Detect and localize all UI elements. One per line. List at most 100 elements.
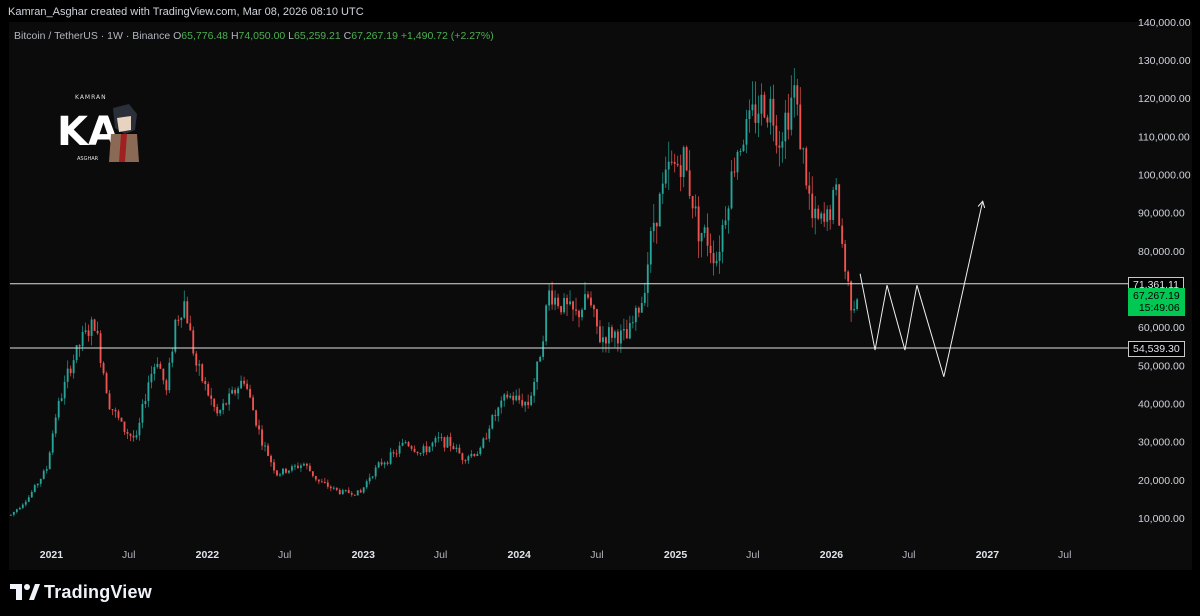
candle-up [802,148,805,150]
candle-up [664,169,667,184]
candle-down [210,395,213,399]
candle-up [174,319,177,352]
candle-up [554,297,557,305]
candle-down [392,452,395,454]
high-label: H [230,30,239,42]
logo-top-text: KAMRAN [75,94,107,101]
candle-down [805,148,808,186]
candle-up [368,477,371,482]
symbol-legend[interactable]: Bitcoin / TetherUS · 1W · Binance O65,77… [14,30,494,42]
candle-down [425,446,428,453]
logo-bottom-text: ASGHAR [77,156,99,162]
x-tick-label: Jul [278,549,291,561]
candle-down [347,490,350,493]
candle-up [279,474,281,476]
candle-down [285,468,287,473]
candle-up [168,362,171,391]
lower-level-value: 54,539.30 [1133,343,1180,355]
candle-up [389,452,392,464]
candle-down [129,433,132,436]
candle-up [781,141,784,148]
candle-up [291,466,293,471]
candle-up [288,470,290,473]
x-tick-label: 2022 [196,549,220,561]
candle-up [730,171,733,209]
candle-up [748,110,751,120]
candle-up [757,113,760,123]
candle-up [371,476,374,478]
candle-up [715,260,718,264]
candle-up [282,468,284,475]
x-tick-label: 2025 [664,549,688,561]
y-tick-label: 110,000.00 [1138,131,1190,143]
candle-up [530,395,533,405]
candle-up [431,442,434,447]
candle-down [575,309,577,311]
candle-down [189,323,192,331]
candle-down [117,411,120,418]
candle-up [428,446,431,453]
tradingview-branding[interactable]: TradingView [10,582,152,603]
candle-down [799,104,802,150]
candle-up [515,395,518,401]
candle-down [838,184,841,226]
candle-down [255,410,257,426]
candle-up [419,453,422,455]
candle-up [294,465,296,467]
y-tick-label: 20,000.00 [1138,475,1185,487]
candle-up [147,382,150,401]
candle-down [625,329,628,339]
candle-down [204,381,207,384]
candle-down [195,353,198,366]
candle-down [841,225,844,244]
candle-down [276,470,278,476]
candle-down [440,437,443,439]
candle-down [709,245,712,254]
candle-up [39,478,42,484]
candle-up [33,485,36,492]
candle-up [219,410,222,414]
candle-up [820,213,823,219]
x-tick-label: 2027 [976,549,1000,561]
candle-up [180,317,183,321]
candle-up [491,415,494,429]
price-chart[interactable]: 10,000.00 20,000.00 30,000.00 40,000.00 50,0… [0,0,1200,616]
candle-up [563,298,565,313]
candle-up [533,381,536,396]
candle-up [54,417,57,434]
candle-down [572,301,574,310]
bar-countdown: 15:49:06 [1138,302,1180,315]
candle-up [814,208,817,219]
candle-up [524,401,527,406]
candle-up [135,435,138,438]
candle-up [332,487,335,489]
candle-down [338,489,341,495]
y-tick-label: 60,000.00 [1138,322,1185,334]
candle-up [539,356,542,362]
candle-up [721,225,724,252]
candle-up [144,400,147,405]
open-value: 65,776.48 [181,30,229,42]
candle-up [383,462,386,465]
candle-up [141,404,144,423]
candle-up [45,469,48,471]
candle-up [18,507,21,510]
candle-down [616,331,619,344]
candle-down [688,170,691,196]
candle-up [727,208,730,221]
candle-down [192,330,195,354]
candle-down [449,436,452,446]
candle-up [153,366,156,374]
candle-up [652,222,655,232]
candle-down [655,222,658,227]
candle-up [736,151,739,173]
candle-down [521,400,524,406]
candle-up [634,307,637,323]
candle-up [377,462,380,468]
candle-down [410,446,413,449]
candle-down [637,307,640,313]
candle-up [42,470,45,479]
candle-down [258,425,260,430]
candle-down [69,368,72,374]
candle-down [596,309,598,327]
